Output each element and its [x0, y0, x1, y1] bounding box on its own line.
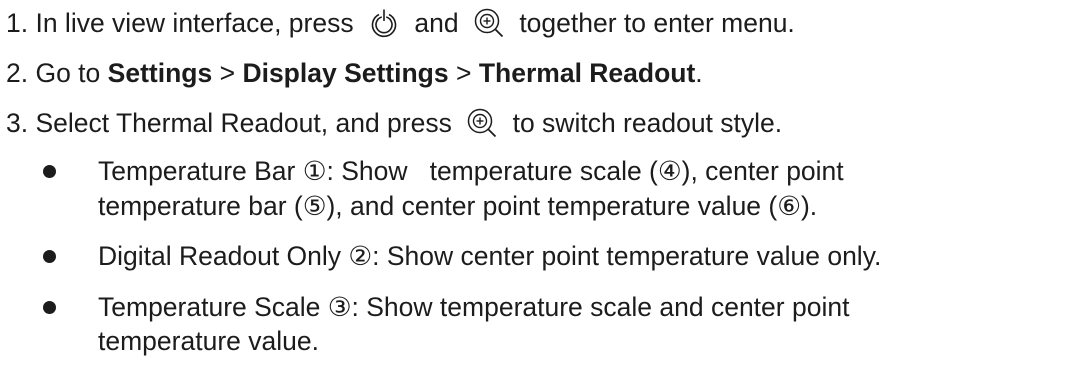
step-3: 3. Select Thermal Readout, and press to …	[6, 107, 782, 141]
instruction-document: 1. In live view interface, press and tog…	[0, 0, 1072, 388]
power-icon	[368, 7, 400, 39]
bullet-temperature-bar-line-1: Temperature Bar ①: Show temperature scal…	[98, 156, 844, 186]
step-1: 1. In live view interface, press and tog…	[6, 7, 795, 41]
step-1-prefix: 1. In live view interface, press	[6, 8, 354, 38]
step-3-prefix: 3. Select Thermal Readout, and press	[6, 108, 452, 138]
step-3-suffix: to switch readout style.	[512, 108, 783, 138]
bullet-temperature-bar-line-2: temperature bar (⑤), and center point te…	[98, 191, 818, 221]
bullet-temperature-scale-line-2: temperature value.	[98, 326, 319, 356]
step-2-end: .	[695, 58, 703, 88]
bullet-dot	[43, 301, 56, 314]
bullet-digital-readout-only: Digital Readout Only ②: Show center poin…	[98, 241, 882, 271]
step-1-and: and	[414, 8, 459, 38]
step-2: 2. Go to Settings > Display Settings > T…	[6, 57, 703, 89]
bullet-dot	[43, 250, 56, 263]
step-2-prefix: 2. Go to	[6, 58, 101, 88]
zoom-in-icon	[466, 107, 498, 139]
bullet-temperature-scale-line-1: Temperature Scale ③: Show temperature sc…	[98, 292, 850, 322]
path-separator: >	[219, 58, 236, 88]
step-1-suffix: together to enter menu.	[519, 8, 795, 38]
settings-menu-path: Settings	[107, 58, 213, 88]
path-separator: >	[455, 58, 472, 88]
zoom-in-icon	[473, 7, 505, 39]
display-settings-menu-path: Display Settings	[242, 58, 449, 88]
thermal-readout-menu-path: Thermal Readout	[478, 58, 696, 88]
bullet-dot	[43, 165, 56, 178]
